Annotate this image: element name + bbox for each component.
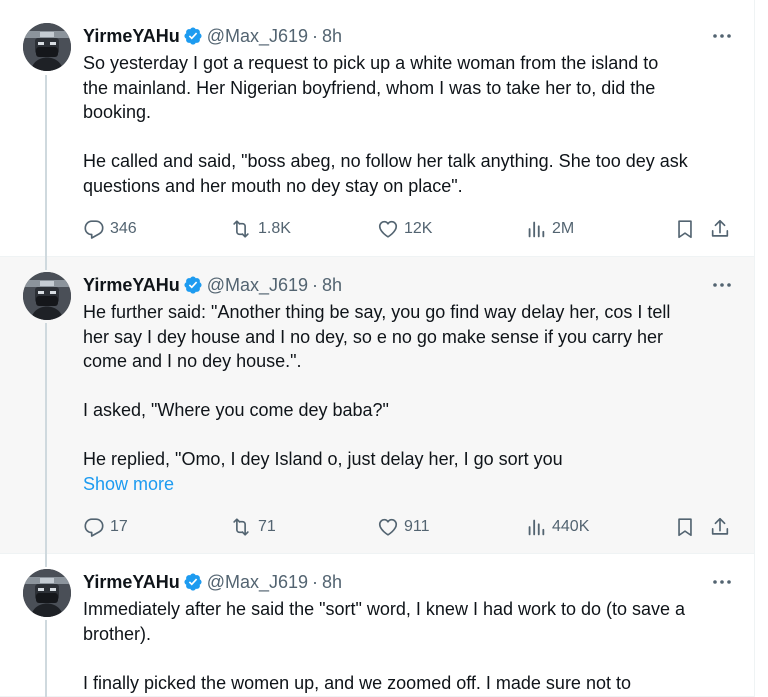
tweet-header: YirmeYAHu @Max_J619 · 8h	[83, 569, 342, 595]
timestamp[interactable]: 8h	[322, 572, 342, 593]
reply-count: 346	[110, 220, 137, 237]
reply-count: 17	[110, 518, 128, 535]
retweet-icon	[233, 518, 249, 536]
analytics-icon	[528, 221, 545, 238]
tweet-text-line: brother).	[83, 623, 152, 644]
tweet[interactable]: YirmeYAHu @Max_J619 · 8h So yesterday I …	[0, 0, 754, 257]
thread-connector-line	[45, 620, 47, 697]
retweet-count: 1.8K	[258, 220, 291, 237]
tweet-text-line: booking.	[83, 102, 152, 122]
display-name[interactable]: YirmeYAHu	[83, 26, 180, 47]
heart-icon	[378, 518, 398, 536]
separator-dot: ·	[312, 274, 319, 295]
tweet-text-line: Immediately after he said the "sort" wor…	[83, 599, 686, 619]
share-icon	[711, 219, 729, 237]
analytics-icon	[528, 519, 545, 536]
verified-badge-icon	[183, 26, 203, 46]
handle[interactable]: @Max_J619	[207, 275, 308, 296]
views-button[interactable]: 2M	[525, 217, 574, 241]
like-count: 12K	[404, 220, 433, 237]
reply-button[interactable]: 346	[83, 217, 137, 241]
avatar-image	[23, 272, 71, 320]
tweet-text-line: questions and her mouth no dey stay on p…	[83, 175, 463, 196]
tweet-text-line: So yesterday I got a request to pick up …	[83, 53, 659, 73]
like-button[interactable]: 12K	[377, 217, 432, 241]
tweet-text: He further said: "Another thing be say, …	[83, 300, 738, 496]
show-more-link[interactable]: Show more	[83, 472, 738, 497]
handle[interactable]: @Max_J619	[207, 572, 308, 593]
separator-dot: ·	[312, 25, 319, 46]
bookmark-button[interactable]	[674, 515, 696, 539]
bookmark-icon	[678, 518, 692, 537]
tweet-actions: 17 71 911 440K	[83, 515, 733, 539]
tweet-text-line: I asked, "Where you come dey baba?"	[83, 400, 389, 420]
thread-connector-line	[45, 75, 47, 257]
view-count: 440K	[552, 518, 590, 535]
timestamp[interactable]: 8h	[322, 26, 342, 47]
share-icon	[711, 517, 729, 535]
view-count: 2M	[552, 220, 575, 237]
avatar-image	[23, 569, 71, 617]
verified-badge-icon	[183, 572, 203, 592]
reply-icon	[84, 518, 104, 537]
bookmark-button[interactable]	[674, 217, 696, 241]
retweet-count: 71	[258, 518, 276, 535]
bookmark-icon	[678, 220, 692, 239]
tweet-text-line: He replied, "Omo, I dey Island o, just d…	[83, 449, 563, 469]
avatar[interactable]	[23, 569, 71, 617]
like-count: 911	[404, 518, 430, 535]
tweet-text-line: He called and said, "boss abeg, no follo…	[83, 151, 688, 171]
timestamp[interactable]: 8h	[322, 275, 342, 296]
tweet-text-line: come and I no dey house.".	[83, 351, 302, 371]
thread-connector-line	[45, 257, 47, 270]
tweet-text-line: her say I dey house and I no dey, so e n…	[83, 326, 663, 347]
thread-connector-line	[45, 323, 47, 554]
tweet-header: YirmeYAHu @Max_J619 · 8h	[83, 272, 342, 298]
avatar[interactable]	[23, 23, 71, 71]
tweet-text: Immediately after he said the "sort" wor…	[83, 597, 738, 695]
tweet[interactable]: YirmeYAHu @Max_J619 · 8h Immediately aft…	[0, 554, 754, 697]
more-options-icon[interactable]	[710, 275, 734, 295]
tweet-actions: 346 1.8K 12K 2M	[83, 217, 733, 241]
share-button[interactable]	[709, 217, 731, 241]
retweet-icon	[233, 220, 249, 238]
handle[interactable]: @Max_J619	[207, 26, 308, 47]
avatar-image	[23, 23, 71, 71]
reply-button[interactable]: 17	[83, 515, 128, 539]
heart-icon	[378, 220, 398, 238]
right-scroll-rail	[754, 0, 768, 697]
thread-connector-line	[45, 554, 47, 567]
display-name[interactable]: YirmeYAHu	[83, 275, 180, 296]
retweet-button[interactable]: 71	[229, 515, 276, 539]
reply-icon	[84, 220, 104, 239]
tweet-text-line: I finally picked the women up, and we zo…	[83, 672, 631, 693]
like-button[interactable]: 911	[377, 515, 430, 539]
thread-view: YirmeYAHu @Max_J619 · 8h So yesterday I …	[0, 0, 768, 697]
avatar[interactable]	[23, 272, 71, 320]
tweet-text: So yesterday I got a request to pick up …	[83, 51, 738, 198]
verified-badge-icon	[183, 275, 203, 295]
views-button[interactable]: 440K	[525, 515, 589, 539]
share-button[interactable]	[709, 515, 731, 539]
tweet-text-line: the mainland. Her Nigerian boyfriend, wh…	[83, 77, 656, 98]
retweet-button[interactable]: 1.8K	[229, 217, 291, 241]
more-options-icon[interactable]	[710, 572, 734, 592]
tweet-header: YirmeYAHu @Max_J619 · 8h	[83, 23, 342, 49]
tweet[interactable]: YirmeYAHu @Max_J619 · 8h He further said…	[0, 257, 754, 554]
display-name[interactable]: YirmeYAHu	[83, 572, 180, 593]
more-options-icon[interactable]	[710, 26, 734, 46]
tweet-text-line: He further said: "Another thing be say, …	[83, 302, 671, 322]
separator-dot: ·	[312, 571, 319, 592]
